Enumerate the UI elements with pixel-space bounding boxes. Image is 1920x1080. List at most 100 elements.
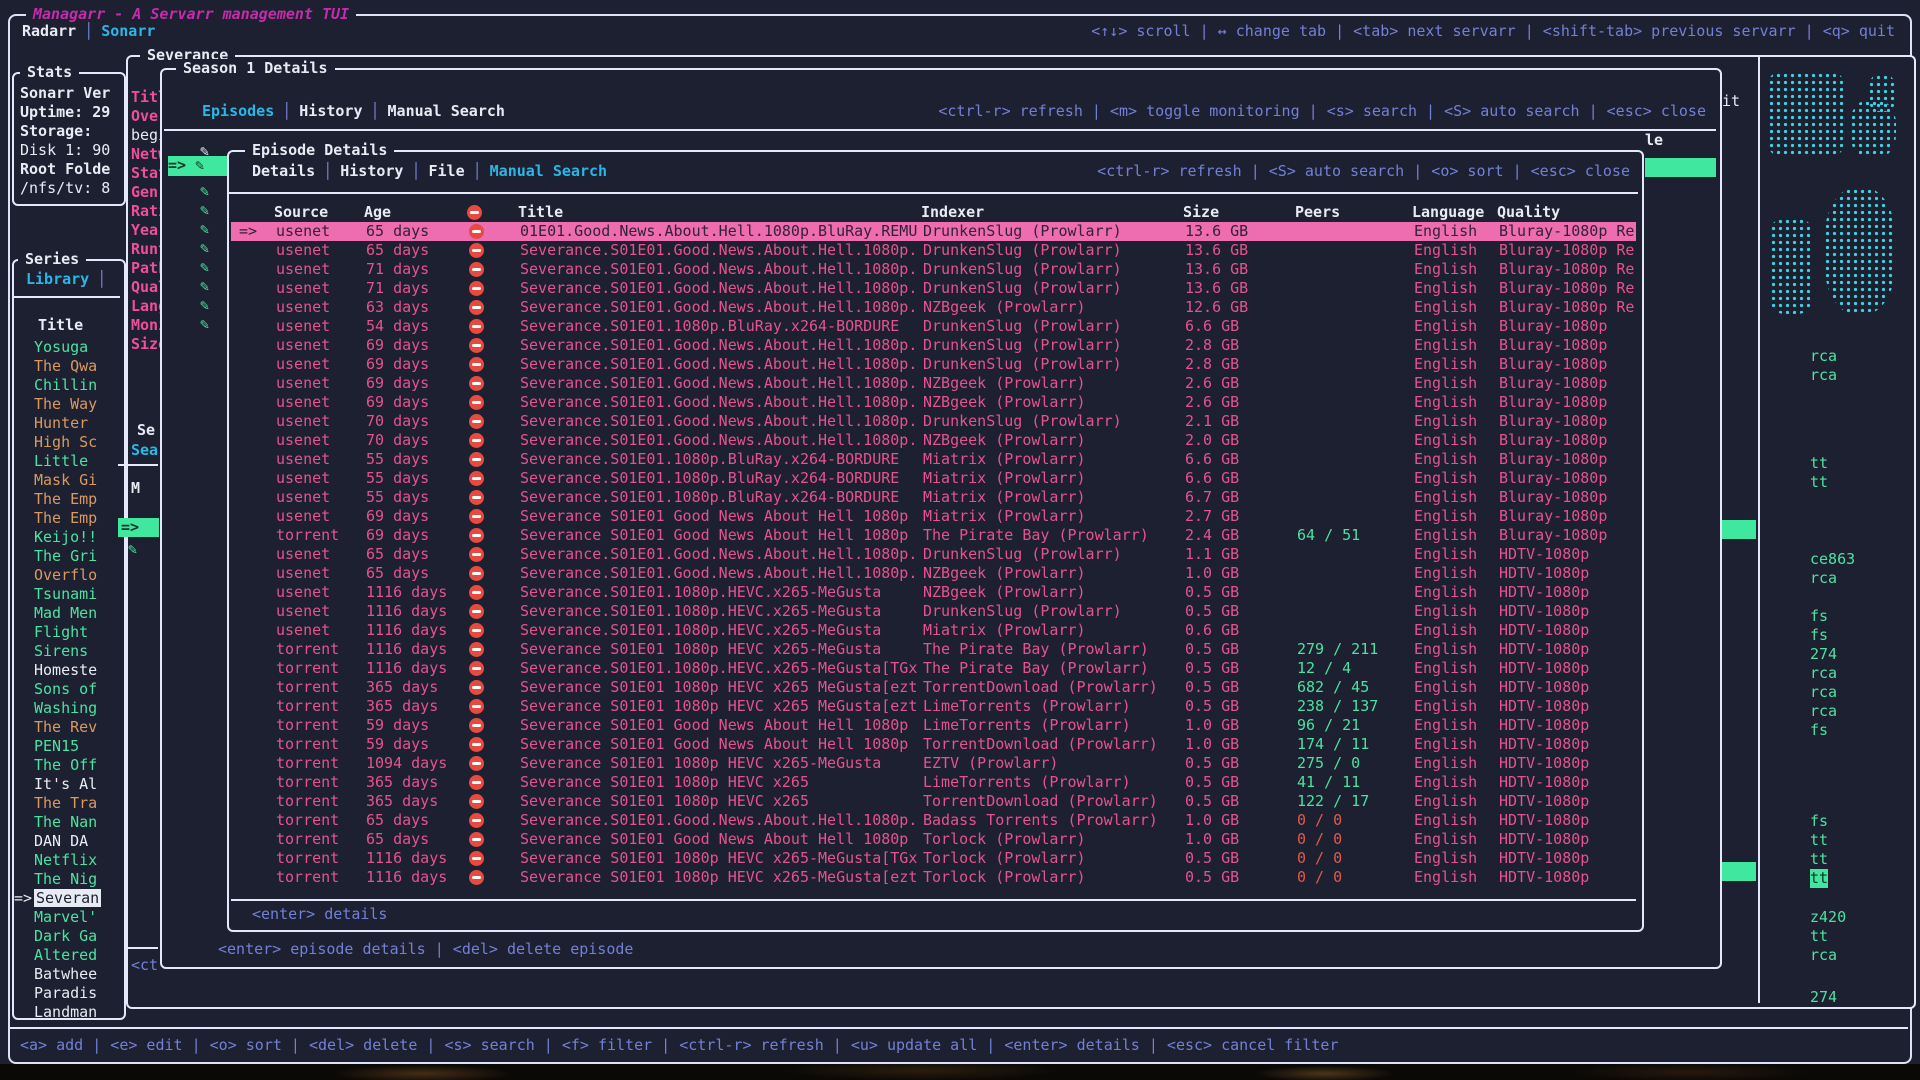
release-row[interactable]: torrent65 daysSeverance S01E01 Good News… <box>231 830 1636 849</box>
column-header-peers[interactable]: Peers <box>1295 203 1340 222</box>
release-row[interactable]: torrent1116 daysSeverance S01E01 1080p H… <box>231 640 1636 659</box>
release-row[interactable]: usenet65 daysSeverance.S01E01.Good.News.… <box>231 241 1636 260</box>
column-header-age[interactable]: Age <box>364 203 391 222</box>
release-row[interactable]: usenet71 daysSeverance.S01E01.Good.News.… <box>231 260 1636 279</box>
release-row[interactable]: torrent1116 daysSeverance S01E01 1080p H… <box>231 868 1636 887</box>
series-item[interactable]: Tsunami <box>12 585 122 604</box>
season-tab-manual-search[interactable]: Manual Search <box>388 102 505 120</box>
series-item[interactable]: Chillin <box>12 376 122 395</box>
series-item[interactable]: High Sc <box>12 433 122 452</box>
series-item[interactable]: Batwhee <box>12 965 122 984</box>
release-row[interactable]: usenet65 daysSeverance.S01E01.Good.News.… <box>231 545 1636 564</box>
column-header-quality[interactable]: Quality <box>1497 203 1560 222</box>
series-item[interactable]: The Off <box>12 756 122 775</box>
series-item[interactable]: Sirens <box>12 642 122 661</box>
release-row[interactable]: torrent65 daysSeverance.S01E01.Good.News… <box>231 811 1636 830</box>
release-row[interactable]: torrent69 daysSeverance S01E01 Good News… <box>231 526 1636 545</box>
series-item[interactable]: The Gri <box>12 547 122 566</box>
series-item[interactable]: The Qwa <box>12 357 122 376</box>
series-item-label: Severan <box>34 889 101 907</box>
release-row[interactable]: usenet69 daysSeverance S01E01 Good News … <box>231 507 1636 526</box>
episode-tab-file[interactable]: File <box>429 162 465 180</box>
series-item[interactable]: The Way <box>12 395 122 414</box>
release-row[interactable]: torrent59 daysSeverance S01E01 Good News… <box>231 716 1636 735</box>
release-row[interactable]: torrent59 daysSeverance S01E01 Good News… <box>231 735 1636 754</box>
series-item[interactable]: Homeste <box>12 661 122 680</box>
episode-tab-details[interactable]: Details <box>252 162 315 180</box>
episode-tab-manual-search[interactable]: Manual Search <box>490 162 607 180</box>
series-item[interactable]: Mad Men <box>12 604 122 623</box>
background-fragment: rca <box>1810 702 1837 721</box>
release-row[interactable]: usenet71 daysSeverance.S01E01.Good.News.… <box>231 279 1636 298</box>
selected-season-row-fragment[interactable]: => <box>118 518 159 537</box>
series-item[interactable]: Landman <box>12 1003 122 1022</box>
series-item[interactable]: Altered <box>12 946 122 965</box>
column-header-size[interactable]: Size <box>1183 203 1219 222</box>
series-item[interactable]: Sons of <box>12 680 122 699</box>
release-row[interactable]: torrent365 daysSeverance S01E01 1080p HE… <box>231 773 1636 792</box>
series-item[interactable]: Marvel' <box>12 908 122 927</box>
column-header-indexer[interactable]: Indexer <box>921 203 984 222</box>
series-item[interactable]: The Emp <box>12 509 122 528</box>
release-row[interactable]: usenet55 daysSeverance.S01E01.1080p.BluR… <box>231 450 1636 469</box>
series-item-label: The Tra <box>34 794 97 812</box>
series-item[interactable]: PEN15 <box>12 737 122 756</box>
release-row[interactable]: torrent1094 daysSeverance S01E01 1080p H… <box>231 754 1636 773</box>
tab-library[interactable]: Library <box>26 270 89 288</box>
season-tab-history[interactable]: History <box>299 102 362 120</box>
series-item[interactable]: The Emp <box>12 490 122 509</box>
release-row[interactable]: usenet65 daysSeverance.S01E01.Good.News.… <box>231 564 1636 583</box>
series-item[interactable]: Dark Ga <box>12 927 122 946</box>
series-item[interactable]: Overflo <box>12 566 122 585</box>
release-row[interactable]: usenet55 daysSeverance.S01E01.1080p.BluR… <box>231 488 1636 507</box>
series-item[interactable]: Little <box>12 452 122 471</box>
release-row[interactable]: torrent1116 daysSeverance.S01E01.1080p.H… <box>231 659 1636 678</box>
no-entry-icon <box>469 623 484 638</box>
release-row[interactable]: usenet70 daysSeverance.S01E01.Good.News.… <box>231 431 1636 450</box>
release-row[interactable]: torrent365 daysSeverance S01E01 1080p HE… <box>231 697 1636 716</box>
selected-episode-row[interactable]: => ✎ <box>168 156 228 176</box>
column-header-title[interactable]: Title <box>518 203 563 222</box>
series-item[interactable]: =>Severan <box>12 889 122 908</box>
release-row[interactable]: usenet1116 daysSeverance.S01E01.1080p.HE… <box>231 583 1636 602</box>
release-row[interactable]: usenet1116 daysSeverance.S01E01.1080p.HE… <box>231 621 1636 640</box>
release-row[interactable]: torrent365 daysSeverance S01E01 1080p HE… <box>231 678 1636 697</box>
series-item[interactable]: The Nan <box>12 813 122 832</box>
seasons-tab-fragment[interactable]: Sea <box>131 441 158 460</box>
series-item[interactable]: The Nig <box>12 870 122 889</box>
season-tab-episodes[interactable]: Episodes <box>202 102 274 120</box>
series-item[interactable]: The Rev <box>12 718 122 737</box>
release-row[interactable]: usenet54 daysSeverance.S01E01.1080p.BluR… <box>231 317 1636 336</box>
series-item[interactable]: Flight <box>12 623 122 642</box>
series-item[interactable]: Hunter <box>12 414 122 433</box>
column-header-language[interactable]: Language <box>1412 203 1484 222</box>
release-row[interactable]: usenet70 daysSeverance.S01E01.Good.News.… <box>231 412 1636 431</box>
cell-quality: HDTV-1080p <box>1499 678 1589 697</box>
release-row[interactable]: usenet69 daysSeverance.S01E01.Good.News.… <box>231 374 1636 393</box>
series-item[interactable]: Yosuga <box>12 338 122 357</box>
series-item[interactable]: Paradis <box>12 984 122 1003</box>
release-row[interactable]: usenet69 daysSeverance.S01E01.Good.News.… <box>231 355 1636 374</box>
series-item[interactable]: Washing <box>12 699 122 718</box>
episode-tab-history[interactable]: History <box>340 162 403 180</box>
release-row[interactable]: =>usenet65 days01E01.Good.News.About.Hel… <box>231 222 1636 241</box>
release-row[interactable]: usenet69 daysSeverance.S01E01.Good.News.… <box>231 393 1636 412</box>
release-row[interactable]: usenet55 daysSeverance.S01E01.1080p.BluR… <box>231 469 1636 488</box>
column-header-source[interactable]: Source <box>274 203 328 222</box>
release-row[interactable]: torrent365 daysSeverance S01E01 1080p HE… <box>231 792 1636 811</box>
cell-indexer: NZBgeek (Prowlarr) <box>923 298 1086 317</box>
series-item[interactable]: It's Al <box>12 775 122 794</box>
release-row[interactable]: usenet69 daysSeverance.S01E01.Good.News.… <box>231 336 1636 355</box>
series-item[interactable]: Mask Gi <box>12 471 122 490</box>
release-row[interactable]: usenet1116 daysSeverance.S01E01.1080p.HE… <box>231 602 1636 621</box>
release-row[interactable]: torrent1116 daysSeverance S01E01 1080p H… <box>231 849 1636 868</box>
release-row[interactable]: usenet63 daysSeverance.S01E01.Good.News.… <box>231 298 1636 317</box>
series-item[interactable]: DAN DA <box>12 832 122 851</box>
cell-age: 69 days <box>366 393 429 412</box>
tab-sonarr[interactable]: Sonarr <box>101 22 155 40</box>
series-item[interactable]: Keijo!! <box>12 528 122 547</box>
series-item[interactable]: The Tra <box>12 794 122 813</box>
tab-radarr[interactable]: Radarr <box>22 22 76 40</box>
cell-quality: HDTV-1080p <box>1499 754 1589 773</box>
series-item[interactable]: Netflix <box>12 851 122 870</box>
